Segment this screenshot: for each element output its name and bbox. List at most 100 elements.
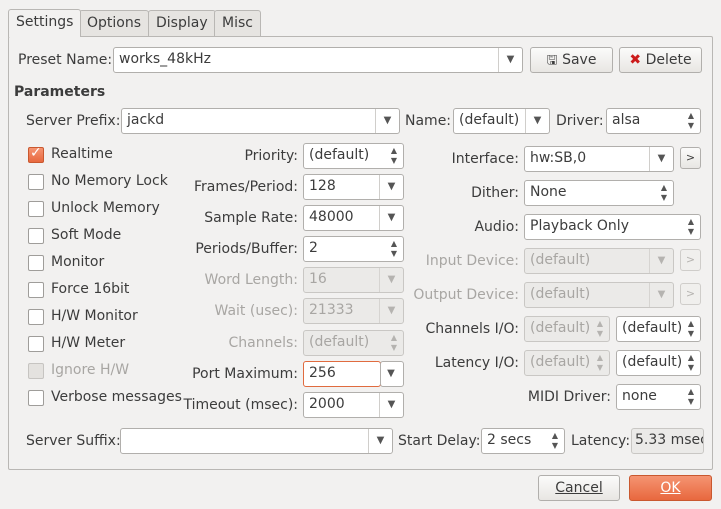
wait-usec-label: Wait (usec): <box>214 303 298 319</box>
latency-out-spinbox[interactable]: (default) ▲ ▼ <box>616 350 701 376</box>
interface-label: Interface: <box>451 151 519 167</box>
priority-value: (default) <box>309 147 370 163</box>
save-label: Save <box>562 52 597 68</box>
name-label: Name: <box>405 113 452 129</box>
cancel-button[interactable]: Cancel <box>538 475 620 501</box>
priority-spinbox[interactable]: (default) ▲ ▼ <box>303 143 404 169</box>
start-delay-spinbox[interactable]: 2 secs ▲ ▼ <box>481 428 565 454</box>
preset-name-value: works_48kHz <box>119 51 211 67</box>
output-device-more-button: > <box>680 283 701 305</box>
output-device-value: (default) <box>530 286 591 302</box>
chevron-down-icon[interactable]: ▼ <box>649 147 673 171</box>
chevron-down-icon[interactable]: ▼ <box>381 362 403 386</box>
red-x-icon: ✖ <box>629 52 642 68</box>
no-memory-lock-label: No Memory Lock <box>51 173 168 189</box>
spin-arrows-icon[interactable]: ▲ ▼ <box>546 429 564 453</box>
save-button[interactable]: 🖫 Save <box>530 47 613 73</box>
sample-rate-combo[interactable]: 48000 ▼ <box>303 205 404 231</box>
updown-icon: ▲ ▼ <box>660 183 668 202</box>
channels-spinbox: (default) ▲ ▼ <box>303 330 404 356</box>
server-prefix-combo[interactable]: jackd ▼ <box>121 108 400 134</box>
word-length-combo: 16 ▼ <box>303 267 404 293</box>
channels-label: Channels: <box>228 335 299 351</box>
interface-combo[interactable]: hw:SB,0 ▼ <box>524 146 674 172</box>
start-delay-value: 2 secs <box>487 432 532 448</box>
unlock-memory-checkbox[interactable] <box>28 201 44 217</box>
sample-rate-label: Sample Rate: <box>204 210 298 226</box>
chevron-down-icon[interactable]: ▼ <box>379 206 403 230</box>
name-value: (default) <box>459 112 520 128</box>
chevron-down-icon[interactable]: ▼ <box>379 175 403 199</box>
arrow-right-icon: > <box>685 151 696 164</box>
server-prefix-label: Server Prefix: <box>26 113 121 129</box>
midi-driver-select[interactable]: none ▲ ▼ <box>616 384 701 410</box>
spin-arrows-icon: ▲ ▼ <box>596 353 604 372</box>
channels-in-value: (default) <box>530 320 591 336</box>
chevron-down-icon[interactable]: ▼ <box>498 48 522 72</box>
ignore-hw-label: Ignore H/W <box>51 362 130 378</box>
soft-mode-label: Soft Mode <box>51 227 122 243</box>
midi-driver-label: MIDI Driver: <box>527 389 611 405</box>
parameters-heading: Parameters <box>14 84 106 100</box>
spin-arrows-icon[interactable]: ▲ ▼ <box>385 237 403 261</box>
timeout-combo[interactable]: 2000 ▼ <box>303 392 404 418</box>
no-memory-lock-checkbox[interactable] <box>28 174 44 190</box>
latency-label: Latency: <box>571 433 631 449</box>
periods-buffer-spinbox[interactable]: 2 ▲ ▼ <box>303 236 404 262</box>
audio-label: Audio: <box>474 219 519 235</box>
ok-button[interactable]: OK <box>629 475 712 501</box>
preset-name-combo[interactable]: works_48kHz ▼ <box>113 47 523 73</box>
chevron-down-icon: ▼ <box>379 268 403 292</box>
chevron-down-icon: ▼ <box>649 249 673 273</box>
chevron-down-icon[interactable]: ▼ <box>368 429 392 453</box>
latency-in-spinbox: (default) ▲ ▼ <box>524 350 610 376</box>
server-suffix-combo[interactable]: ▼ <box>120 428 393 454</box>
tab-display[interactable]: Display <box>148 10 216 36</box>
realtime-checkbox[interactable]: ✓ <box>28 145 44 163</box>
force-16bit-checkbox[interactable] <box>28 282 44 298</box>
soft-mode-checkbox[interactable] <box>28 228 44 244</box>
spin-arrows-icon[interactable]: ▲ ▼ <box>682 317 700 341</box>
verbose-messages-checkbox[interactable] <box>28 390 44 406</box>
preset-name-label: Preset Name: <box>18 52 113 68</box>
channels-out-value: (default) <box>622 320 683 336</box>
output-device-combo: (default) ▼ <box>524 282 674 308</box>
dither-select[interactable]: None ▲ ▼ <box>524 180 674 206</box>
tab-misc[interactable]: Misc <box>214 10 261 36</box>
name-combo[interactable]: (default) ▼ <box>453 108 550 134</box>
delete-button[interactable]: ✖ Delete <box>619 47 702 73</box>
ok-label: OK <box>660 480 681 496</box>
spin-arrows-icon[interactable]: ▲ ▼ <box>682 351 700 375</box>
interface-more-button[interactable]: > <box>680 147 701 169</box>
timeout-label: Timeout (msec): <box>183 397 298 413</box>
channels-io-label: Channels I/O: <box>425 321 519 337</box>
port-maximum-input[interactable]: 256 <box>303 361 381 387</box>
spin-arrows-icon[interactable]: ▲ ▼ <box>385 144 403 168</box>
start-delay-label: Start Delay: <box>398 433 481 449</box>
driver-select[interactable]: alsa ▲ ▼ <box>606 108 701 134</box>
output-device-label: Output Device: <box>413 287 519 303</box>
monitor-checkbox[interactable] <box>28 255 44 271</box>
tab-settings[interactable]: Settings <box>8 9 82 37</box>
priority-label: Priority: <box>244 148 298 164</box>
monitor-label: Monitor <box>51 254 105 270</box>
hw-monitor-label: H/W Monitor <box>51 308 138 324</box>
channels-out-spinbox[interactable]: (default) ▲ ▼ <box>616 316 701 342</box>
hw-monitor-checkbox[interactable] <box>28 309 44 325</box>
port-maximum-dropdown[interactable]: ▼ <box>380 361 404 387</box>
chevron-down-icon[interactable]: ▼ <box>379 393 403 417</box>
floppy-disk-icon: 🖫 <box>546 53 558 68</box>
input-device-label: Input Device: <box>425 253 519 269</box>
chevron-down-icon[interactable]: ▼ <box>525 109 549 133</box>
hw-meter-label: H/W Meter <box>51 335 126 351</box>
hw-meter-checkbox[interactable] <box>28 336 44 352</box>
server-prefix-value: jackd <box>127 112 165 128</box>
channels-in-spinbox: (default) ▲ ▼ <box>524 316 610 342</box>
chevron-down-icon[interactable]: ▼ <box>375 109 399 133</box>
updown-icon: ▲ ▼ <box>687 111 695 130</box>
frames-period-combo[interactable]: 128 ▼ <box>303 174 404 200</box>
audio-value: Playback Only <box>530 218 629 234</box>
tab-options[interactable]: Options <box>79 10 150 36</box>
audio-select[interactable]: Playback Only ▲ ▼ <box>524 214 701 240</box>
input-device-more-button: > <box>680 249 701 271</box>
